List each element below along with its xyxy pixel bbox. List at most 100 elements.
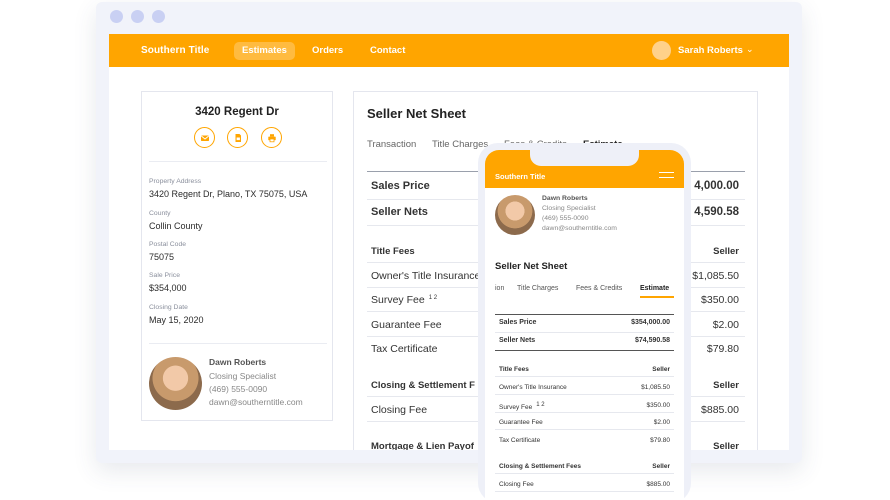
nav-orders[interactable]: Orders bbox=[304, 42, 351, 60]
user-name[interactable]: Sarah Roberts bbox=[678, 45, 743, 56]
window-dot bbox=[152, 10, 165, 23]
divider bbox=[495, 429, 674, 430]
field-label: Property Address bbox=[149, 178, 202, 185]
seller-column-header: Seller bbox=[652, 366, 670, 373]
fee-label-text: Survey Fee bbox=[371, 294, 425, 306]
fee-value: $1,085.50 bbox=[641, 384, 670, 391]
divider bbox=[495, 332, 674, 333]
window-dot bbox=[131, 10, 144, 23]
seller-column-header: Seller bbox=[652, 463, 670, 470]
fee-value: $885.00 bbox=[701, 404, 739, 416]
active-tab-indicator bbox=[640, 296, 674, 298]
agent-avatar bbox=[495, 195, 535, 235]
pdf-icon[interactable] bbox=[227, 127, 248, 148]
agent-role: Closing Specialist bbox=[209, 371, 277, 381]
closing-fees-header: Closing & Settlement Fees bbox=[499, 463, 581, 470]
agent-name: Dawn Roberts bbox=[209, 357, 267, 367]
nav-estimates[interactable]: Estimates bbox=[234, 42, 295, 60]
divider bbox=[149, 343, 327, 344]
title-fees-header: Title Fees bbox=[371, 246, 415, 257]
window-dot bbox=[110, 10, 123, 23]
fee-value: $79.80 bbox=[650, 437, 670, 444]
fee-value: $885.00 bbox=[646, 481, 671, 488]
agent-phone[interactable]: (469) 555-0090 bbox=[209, 384, 267, 394]
field-label: Postal Code bbox=[149, 241, 187, 248]
phone-header: Southern Title bbox=[485, 150, 684, 188]
mortgage-header: Mortgage & Lien Payof bbox=[371, 441, 474, 450]
field-value: 75075 bbox=[149, 252, 175, 262]
user-avatar[interactable] bbox=[652, 41, 671, 60]
tab-title-charges[interactable]: Title Charges bbox=[517, 285, 558, 292]
sales-price-value: $354,000.00 bbox=[631, 319, 670, 326]
property-card: 3420 Regent Dr Property Address 3420 Reg… bbox=[141, 91, 333, 421]
divider bbox=[495, 350, 674, 351]
tab-transaction[interactable]: ion bbox=[495, 285, 504, 292]
fee-label: Owner's Title Insurance bbox=[371, 270, 481, 282]
divider bbox=[495, 412, 674, 413]
field-label: County bbox=[149, 210, 171, 217]
phone-mockup: Southern Title Dawn Roberts Closing Spec… bbox=[478, 143, 691, 500]
brand-logo[interactable]: Southern Title bbox=[141, 45, 209, 56]
sales-price-label: Sales Price bbox=[371, 180, 430, 192]
tab-transaction[interactable]: Transaction bbox=[367, 139, 416, 150]
fee-value: $2.00 bbox=[653, 419, 670, 426]
fee-label: Closing Fee bbox=[499, 481, 534, 488]
field-label: Closing Date bbox=[149, 304, 188, 311]
phone-screen: Southern Title Dawn Roberts Closing Spec… bbox=[485, 150, 684, 500]
fee-label: Tax Certificate bbox=[371, 343, 438, 355]
agent-avatar bbox=[149, 357, 202, 410]
seller-column-header: Seller bbox=[713, 246, 739, 257]
brand-logo[interactable]: Southern Title bbox=[495, 172, 545, 181]
fee-label: Survey Fee 1 2 bbox=[499, 402, 545, 411]
page-title: Seller Net Sheet bbox=[495, 261, 568, 272]
agent-email[interactable]: dawn@southerntitle.com bbox=[209, 397, 303, 407]
divider bbox=[149, 161, 327, 162]
fee-label: Owner's Title Insurance bbox=[499, 384, 567, 391]
divider bbox=[495, 473, 674, 474]
fee-value: $79.80 bbox=[706, 343, 739, 355]
chevron-down-icon[interactable]: ⌄ bbox=[746, 44, 754, 55]
property-title: 3420 Regent Dr bbox=[195, 106, 279, 118]
agent-email[interactable]: dawn@southerntitle.com bbox=[542, 225, 617, 232]
field-value: $354,000 bbox=[149, 283, 187, 293]
sales-price-value: 4,000.00 bbox=[694, 180, 739, 192]
fee-value: $2.00 bbox=[712, 319, 739, 331]
fee-value: $350.00 bbox=[646, 402, 671, 409]
field-value: May 15, 2020 bbox=[149, 315, 204, 325]
seller-nets-value: $74,590.58 bbox=[634, 337, 670, 344]
tab-fees-credits[interactable]: Fees & Credits bbox=[576, 285, 622, 292]
closing-fees-header: Closing & Settlement F bbox=[371, 380, 475, 391]
email-icon[interactable] bbox=[194, 127, 215, 148]
print-icon[interactable] bbox=[261, 127, 282, 148]
field-value: 3420 Regent Dr, Plano, TX 75075, USA bbox=[149, 189, 308, 199]
divider bbox=[495, 394, 674, 395]
seller-nets-label: Seller Nets bbox=[499, 337, 536, 344]
seller-nets-value: 4,590.58 bbox=[694, 206, 739, 218]
divider bbox=[495, 376, 674, 377]
browser-window: Southern Title Estimates Orders Contact … bbox=[96, 2, 802, 463]
fee-footnote[interactable]: 1 2 bbox=[429, 295, 437, 301]
fee-label: Guarantee Fee bbox=[371, 319, 442, 331]
top-nav: Southern Title Estimates Orders Contact … bbox=[109, 34, 789, 67]
divider bbox=[495, 491, 674, 492]
fee-value: $350.00 bbox=[701, 294, 739, 306]
agent-name: Dawn Roberts bbox=[542, 195, 588, 202]
tab-title-charges[interactable]: Title Charges bbox=[432, 139, 488, 150]
seller-column-header: Seller bbox=[713, 441, 739, 450]
phone-notch bbox=[530, 150, 639, 166]
fee-label: Guarantee Fee bbox=[499, 419, 543, 426]
agent-role: Closing Specialist bbox=[542, 205, 596, 212]
nav-contact[interactable]: Contact bbox=[362, 42, 413, 60]
agent-phone[interactable]: (469) 555-0090 bbox=[542, 215, 588, 222]
title-fees-header: Title Fees bbox=[499, 366, 529, 373]
tab-estimate[interactable]: Estimate bbox=[640, 285, 669, 292]
field-label: Sale Price bbox=[149, 272, 180, 279]
menu-icon[interactable] bbox=[659, 172, 674, 182]
fee-label-text: Survey Fee bbox=[499, 404, 533, 412]
fee-label: Closing Fee bbox=[371, 404, 428, 416]
page-title: Seller Net Sheet bbox=[367, 106, 466, 121]
fee-value: $1,085.50 bbox=[692, 270, 739, 282]
fee-footnote[interactable]: 1 2 bbox=[536, 402, 544, 408]
field-value: Collin County bbox=[149, 221, 203, 231]
divider bbox=[495, 314, 674, 315]
